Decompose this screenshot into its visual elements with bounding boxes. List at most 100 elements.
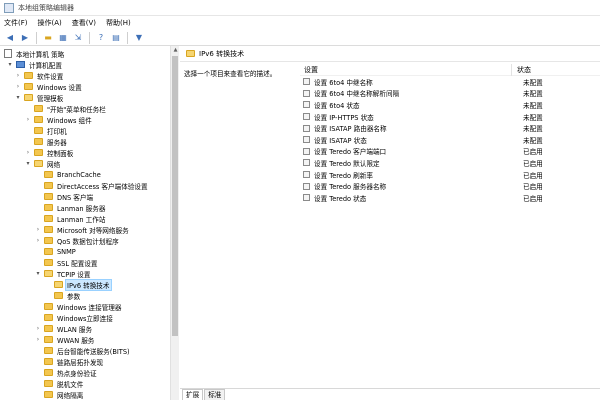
tree-scrollbar[interactable]: ▲ <box>170 46 179 400</box>
policy-setting-icon <box>303 136 310 144</box>
menu-file[interactable]: 文件(F) <box>4 18 28 28</box>
column-header-state[interactable]: 状态 <box>512 64 531 76</box>
folder-icon <box>44 369 53 376</box>
list-item[interactable]: 设置 Teredo 刷新率 已启用 <box>300 169 600 181</box>
tree-item[interactable]: ▾ 网络 <box>24 158 61 169</box>
setting-state: 已启用 <box>523 159 543 168</box>
tree-item-label: 计算机配置 <box>29 61 62 70</box>
tree-item[interactable]: 打印机 <box>24 125 68 136</box>
tree-item[interactable]: 热点身份验证 <box>34 367 98 378</box>
expand-down-icon[interactable]: ▾ <box>24 160 32 168</box>
export-icon[interactable]: ⇲ <box>72 32 84 44</box>
computer-icon <box>16 61 25 68</box>
tab-extended[interactable]: 扩展 <box>182 389 204 400</box>
folder-icon <box>44 303 53 310</box>
setting-state: 已启用 <box>523 183 543 192</box>
list-item[interactable]: 设置 Teredo 服务器名称 已启用 <box>300 180 600 192</box>
tree-item-label: 后台智能传送服务(BITS) <box>57 347 130 356</box>
tree-item-label: 链路层拓扑发现 <box>57 358 104 367</box>
list-item[interactable]: 设置 Teredo 状态 已启用 <box>300 192 600 204</box>
tree-item[interactable]: ▾ 管理模板 <box>14 92 64 103</box>
menu-view[interactable]: 查看(V) <box>72 18 96 28</box>
tree-item[interactable]: Windows 连接管理器 <box>34 301 123 312</box>
tree-item-label: BranchCache <box>57 170 101 179</box>
menu-action[interactable]: 操作(A) <box>38 18 62 28</box>
tree-item[interactable]: SNMP <box>34 246 77 257</box>
tree-item[interactable]: › 控制面板 <box>24 147 74 158</box>
tree-item[interactable]: › WLAN 服务 <box>34 323 93 334</box>
chevron-right-icon[interactable]: › <box>24 149 32 157</box>
chevron-right-icon[interactable]: › <box>14 72 22 80</box>
list-item[interactable]: 设置 6to4 中继名称解析间隔 未配置 <box>300 88 600 100</box>
list-item[interactable]: 设置 6to4 状态 未配置 <box>300 99 600 111</box>
tree-item[interactable]: Windows立即连接 <box>34 312 114 323</box>
policy-setting-icon <box>303 101 310 109</box>
scrollbar-thumb[interactable] <box>172 56 178 336</box>
tree-item[interactable]: › Windows 设置 <box>14 81 83 92</box>
tree-item[interactable]: IPv6 转换技术 <box>44 278 112 291</box>
setting-name: 设置 6to4 状态 <box>314 101 360 110</box>
chevron-right-icon[interactable]: › <box>14 83 22 91</box>
list-item[interactable]: 设置 IP-HTTPS 状态 未配置 <box>300 111 600 123</box>
setting-state: 已启用 <box>523 171 543 180</box>
tree-item[interactable]: 后台智能传送服务(BITS) <box>34 345 131 356</box>
expand-down-icon[interactable]: ▾ <box>34 270 42 278</box>
tree-item[interactable]: ▾ TCPIP 设置 <box>34 268 91 279</box>
tree-item-label: Windows 设置 <box>37 83 82 92</box>
list-item[interactable]: 设置 ISATAP 路由器名称 未配置 <box>300 122 600 134</box>
tree-item[interactable]: 参数 <box>44 290 81 301</box>
tree-item-label: 热点身份验证 <box>57 369 97 378</box>
tree-item[interactable]: DirectAccess 客户端体验设置 <box>34 180 149 191</box>
chevron-right-icon[interactable]: › <box>24 116 32 124</box>
chevron-right-icon[interactable]: › <box>34 336 42 344</box>
properties-icon[interactable]: ▤ <box>110 32 122 44</box>
back-icon[interactable]: ◀ <box>4 32 16 44</box>
folder-icon <box>44 270 53 277</box>
help-icon[interactable]: ? <box>95 32 107 44</box>
chevron-right-icon[interactable]: › <box>34 325 42 333</box>
tree-item[interactable]: Lanman 工作站 <box>34 213 106 224</box>
tree-item[interactable]: SSL 配置设置 <box>34 257 99 268</box>
details-folder-title: IPv6 转换技术 <box>199 49 245 58</box>
tree-item-label: TCPIP 设置 <box>57 270 91 279</box>
tree-item[interactable]: 网络隔离 <box>34 389 84 400</box>
folder-icon <box>44 347 53 354</box>
tree-item[interactable]: BranchCache <box>34 169 102 180</box>
tree-item[interactable]: › QoS 数据包计划程序 <box>34 235 120 246</box>
list-item[interactable]: 设置 Teredo 客户端端口 已启用 <box>300 146 600 158</box>
tree-item[interactable]: › Microsoft 对等网络服务 <box>34 224 130 235</box>
tree-item[interactable]: ▾ 计算机配置 <box>6 59 63 70</box>
list-item[interactable]: 设置 ISATAP 状态 未配置 <box>300 134 600 146</box>
tree-item[interactable]: › 软件设置 <box>14 70 64 81</box>
folder-icon[interactable]: ▬ <box>42 32 54 44</box>
expand-down-icon[interactable]: ▾ <box>14 94 22 102</box>
tree-item[interactable]: DNS 客户端 <box>34 191 94 202</box>
expand-down-icon[interactable]: ▾ <box>6 61 14 69</box>
tree-item[interactable]: 服务器 <box>24 136 68 147</box>
menu-help[interactable]: 帮助(H) <box>106 18 131 28</box>
tree-item[interactable]: 脱机文件 <box>34 378 84 389</box>
list-item[interactable]: 设置 Teredo 默认限定 已启用 <box>300 157 600 169</box>
tab-standard[interactable]: 标准 <box>204 389 226 400</box>
tree-item[interactable]: "开始"菜单和任务栏 <box>24 103 107 114</box>
scroll-up-icon[interactable]: ▲ <box>171 47 180 53</box>
forward-icon[interactable]: ▶ <box>19 32 31 44</box>
chevron-right-icon[interactable]: › <box>34 226 42 234</box>
console-tree-icon[interactable]: ▦ <box>57 32 69 44</box>
tree-item[interactable]: › Windows 组件 <box>24 114 93 125</box>
tree-item[interactable]: › WWAN 服务 <box>34 334 95 345</box>
list-item[interactable]: 设置 6to4 中继名称 未配置 <box>300 76 600 88</box>
filter-icon[interactable]: ▼ <box>133 32 145 44</box>
tree-item[interactable]: 链路层拓扑发现 <box>34 356 104 367</box>
chevron-right-icon[interactable]: › <box>34 237 42 245</box>
column-header-setting[interactable]: 设置 <box>300 63 512 76</box>
tree-root[interactable]: 本地计算机 策略 <box>4 48 65 59</box>
folder-icon <box>44 226 53 233</box>
policy-doc-icon <box>4 49 12 58</box>
tree-item[interactable]: Lanman 服务器 <box>34 202 106 213</box>
